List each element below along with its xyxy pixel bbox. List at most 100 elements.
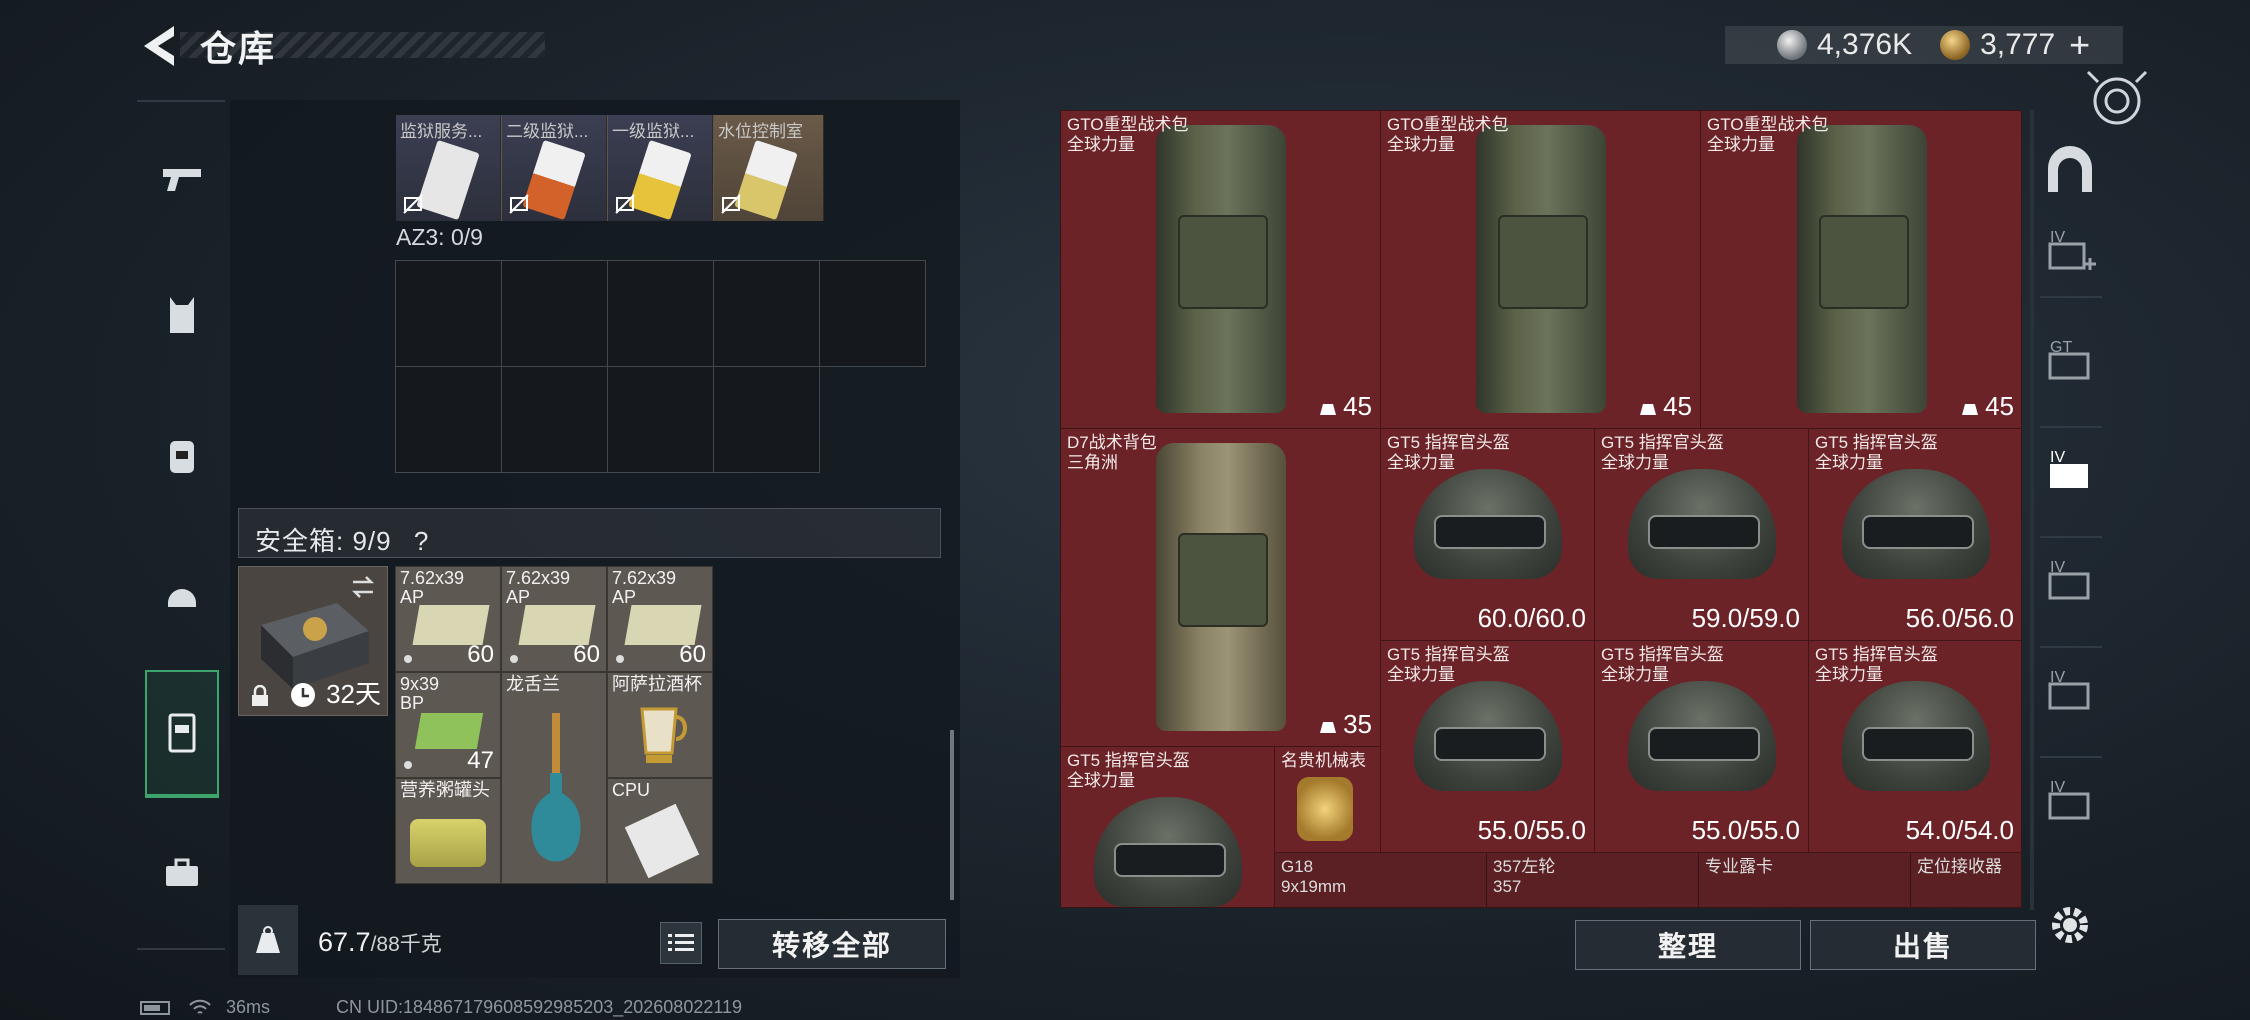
inventory-item[interactable]: 9x39 BP 47 bbox=[395, 672, 501, 778]
no-drop-icon bbox=[509, 194, 529, 214]
stash-item[interactable]: 名贵机械表 bbox=[1275, 747, 1381, 853]
helmet-icon bbox=[168, 589, 196, 607]
arch-icon bbox=[2048, 146, 2092, 192]
stash-page-main[interactable] bbox=[2034, 136, 2106, 206]
empty-slot[interactable] bbox=[713, 366, 820, 473]
backpack-tab[interactable] bbox=[145, 410, 219, 500]
swap-icon[interactable] bbox=[349, 573, 377, 601]
safe-box-days: 32天 bbox=[326, 679, 381, 709]
container-scrollbar[interactable] bbox=[950, 730, 954, 900]
stash-page-6[interactable]: IV bbox=[2034, 770, 2106, 840]
back-button[interactable] bbox=[140, 22, 182, 70]
stash-page-icon: IV bbox=[2048, 559, 2090, 600]
add-currency-button[interactable]: + bbox=[2069, 24, 2090, 66]
weight-icon bbox=[1962, 403, 1979, 415]
keycard-slot[interactable]: 水位控制室 bbox=[714, 115, 824, 221]
stash-page-4[interactable]: IV bbox=[2034, 550, 2106, 620]
container-tab[interactable] bbox=[145, 670, 219, 798]
stash-item[interactable]: G18 9x19mm bbox=[1275, 853, 1487, 907]
stash-page-3-active[interactable]: IV bbox=[2034, 440, 2106, 510]
gold-amount: 3,777 bbox=[1980, 28, 2056, 61]
stash-page-2[interactable]: GT bbox=[2034, 330, 2106, 400]
add-page-icon: IV bbox=[2048, 229, 2096, 270]
stash-item[interactable]: GT5 指挥官头盔 全球力量 55.0/55.0 bbox=[1381, 641, 1595, 853]
stash-page-icon: IV bbox=[2050, 449, 2088, 488]
stash-item[interactable]: GTO重型战术包 全球力量 45 bbox=[1381, 111, 1701, 429]
safe-box-grid: 7.62x39 AP 60 7.62x39 AP 60 7.62x39 AP 6… bbox=[395, 566, 717, 888]
page-title: 仓库 bbox=[200, 28, 277, 69]
inventory-item[interactable]: 7.62x39 AP 60 bbox=[501, 566, 607, 672]
top-item-strip: 监狱服务... 二级监狱... 一级监狱... 水位控制室 bbox=[396, 115, 824, 221]
inventory-item[interactable]: 7.62x39 AP 60 bbox=[607, 566, 713, 672]
no-drop-icon bbox=[721, 194, 741, 214]
backpack-icon bbox=[170, 441, 194, 473]
cup-icon bbox=[640, 707, 687, 763]
wifi-icon bbox=[189, 999, 211, 1014]
stash-item[interactable]: GT5 指挥官头盔 全球力量 bbox=[1061, 747, 1275, 907]
stash-item[interactable]: GT5 指挥官头盔 全球力量 54.0/54.0 bbox=[1809, 641, 2021, 853]
weapons-tab[interactable] bbox=[145, 134, 219, 224]
safe-box-header: 安全箱: 9/9 ? bbox=[238, 508, 941, 558]
transfer-all-button[interactable]: 转移全部 bbox=[718, 919, 946, 969]
svg-text:IV: IV bbox=[2050, 449, 2065, 466]
stash-item[interactable]: GTO重型战术包 全球力量 45 bbox=[1061, 111, 1381, 429]
stash-item[interactable]: GT5 指挥官头盔 全球力量 55.0/55.0 bbox=[1595, 641, 1809, 853]
container-footer: 67.7/88千克 转移全部 bbox=[238, 905, 960, 975]
organize-button[interactable]: 整理 bbox=[1575, 920, 1801, 970]
list-view-button[interactable] bbox=[660, 922, 702, 964]
stash-item[interactable]: 专业露卡 bbox=[1699, 853, 1911, 907]
case-tab[interactable] bbox=[145, 828, 219, 918]
empty-slot[interactable] bbox=[395, 366, 502, 473]
settings-button[interactable] bbox=[2034, 890, 2106, 960]
sell-button[interactable]: 出售 bbox=[1810, 920, 2036, 970]
empty-slot[interactable] bbox=[395, 260, 502, 367]
stash-item[interactable]: 357左轮 357 bbox=[1487, 853, 1699, 907]
empty-slot[interactable] bbox=[607, 366, 714, 473]
stash-page-5[interactable]: IV bbox=[2034, 660, 2106, 730]
status-bar: 36ms CN UID:184867179608592985203_202608… bbox=[140, 997, 742, 1018]
stash-page-add[interactable]: IV bbox=[2034, 220, 2106, 290]
uid-text: CN UID:184867179608592985203_20260802211… bbox=[336, 997, 743, 1017]
stash-item[interactable]: D7战术背包 三角洲 35 bbox=[1061, 429, 1381, 747]
gear-icon bbox=[2052, 907, 2088, 943]
helmet-tab[interactable] bbox=[145, 550, 219, 640]
clock-icon bbox=[291, 683, 315, 707]
safe-box-item[interactable]: 32天 bbox=[238, 566, 388, 716]
keycard-slot[interactable]: 一级监狱... bbox=[608, 115, 713, 221]
gold-coin-icon bbox=[1940, 30, 1971, 60]
keycard-slot[interactable]: 二级监狱... bbox=[502, 115, 607, 221]
backpack-image bbox=[1155, 443, 1286, 731]
left-category-nav bbox=[137, 100, 227, 952]
stash-item[interactable]: GTO重型战术包 全球力量 45 bbox=[1701, 111, 2021, 429]
backpack-image bbox=[1475, 125, 1606, 413]
empty-slot[interactable] bbox=[607, 260, 714, 367]
weight-icon bbox=[1640, 403, 1657, 415]
inventory-item[interactable]: CPU bbox=[607, 778, 713, 884]
empty-slot[interactable] bbox=[819, 260, 926, 367]
stash-item[interactable]: 定位接收器 bbox=[1911, 853, 2021, 907]
stash-item[interactable]: GT5 指挥官头盔 全球力量 59.0/59.0 bbox=[1595, 429, 1809, 641]
helmet-image bbox=[1841, 681, 1990, 791]
silver-coin-icon bbox=[1777, 30, 1807, 60]
stash-item[interactable]: GT5 指挥官头盔 全球力量 60.0/60.0 bbox=[1381, 429, 1595, 641]
armor-tab[interactable] bbox=[145, 270, 219, 360]
inventory-item[interactable]: 龙舌兰 bbox=[501, 672, 607, 884]
keycard-icon bbox=[734, 139, 798, 221]
inventory-item[interactable]: 7.62x39 AP 60 bbox=[395, 566, 501, 672]
empty-slot[interactable] bbox=[501, 260, 608, 367]
stash-item[interactable]: GT5 指挥官头盔 全球力量 56.0/56.0 bbox=[1809, 429, 2021, 641]
empty-slot[interactable] bbox=[501, 366, 608, 473]
keycard-icon bbox=[628, 139, 692, 221]
ammo-box-icon bbox=[518, 605, 596, 645]
inventory-item[interactable]: 营养粥罐头 bbox=[395, 778, 501, 884]
az3-grid bbox=[395, 260, 929, 474]
keycard-icon bbox=[522, 139, 586, 221]
weight-text: 67.7/88千克 bbox=[318, 927, 442, 957]
empty-slot[interactable] bbox=[713, 260, 820, 367]
back-arrow-icon bbox=[144, 26, 174, 66]
watch-image bbox=[1297, 777, 1353, 841]
help-button[interactable]: ? bbox=[414, 526, 429, 556]
keycard-slot[interactable]: 监狱服务... bbox=[396, 115, 501, 221]
inventory-item[interactable]: 阿萨拉酒杯 bbox=[607, 672, 713, 778]
ammo-box-icon bbox=[624, 605, 702, 645]
